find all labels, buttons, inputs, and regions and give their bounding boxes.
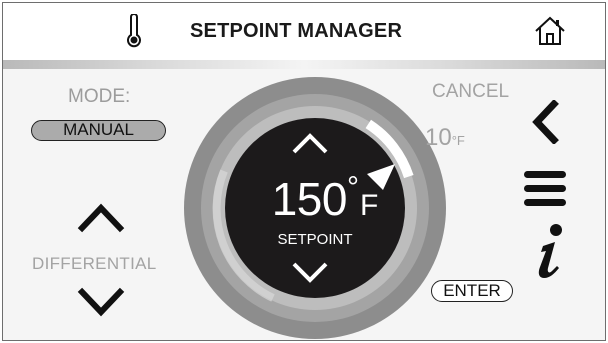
differential-label: DIFFERENTIAL [32,254,157,273]
mode-manual-button[interactable]: MANUAL [31,120,166,141]
setpoint-value: 150°F [240,171,410,226]
differential-down-chevron-icon[interactable] [76,284,126,320]
home-icon[interactable] [534,16,566,46]
setpoint-up-chevron-icon[interactable] [290,130,330,156]
differential-up-chevron-icon[interactable] [76,198,126,234]
setpoint-degree-symbol: ° [346,171,359,204]
info-icon[interactable] [530,222,570,280]
setpoint-unit: F [359,189,379,222]
header-separator [3,60,605,69]
setpoint-down-chevron-icon[interactable] [290,260,330,286]
mode-label: MODE: [68,86,131,107]
back-chevron-icon[interactable] [530,100,560,144]
enter-button[interactable]: ENTER [431,280,513,302]
page-title: SETPOINT MANAGER [190,20,403,42]
thermometer-icon [127,14,141,48]
setpoint-label: SETPOINT [277,231,353,248]
menu-icon[interactable] [522,168,568,210]
differential-number: 10 [425,124,452,151]
setpoint-number: 150 [271,173,348,225]
cancel-button[interactable]: CANCEL [432,81,509,103]
differential-unit: °F [451,133,465,148]
differential-value: 10°F [425,124,465,152]
